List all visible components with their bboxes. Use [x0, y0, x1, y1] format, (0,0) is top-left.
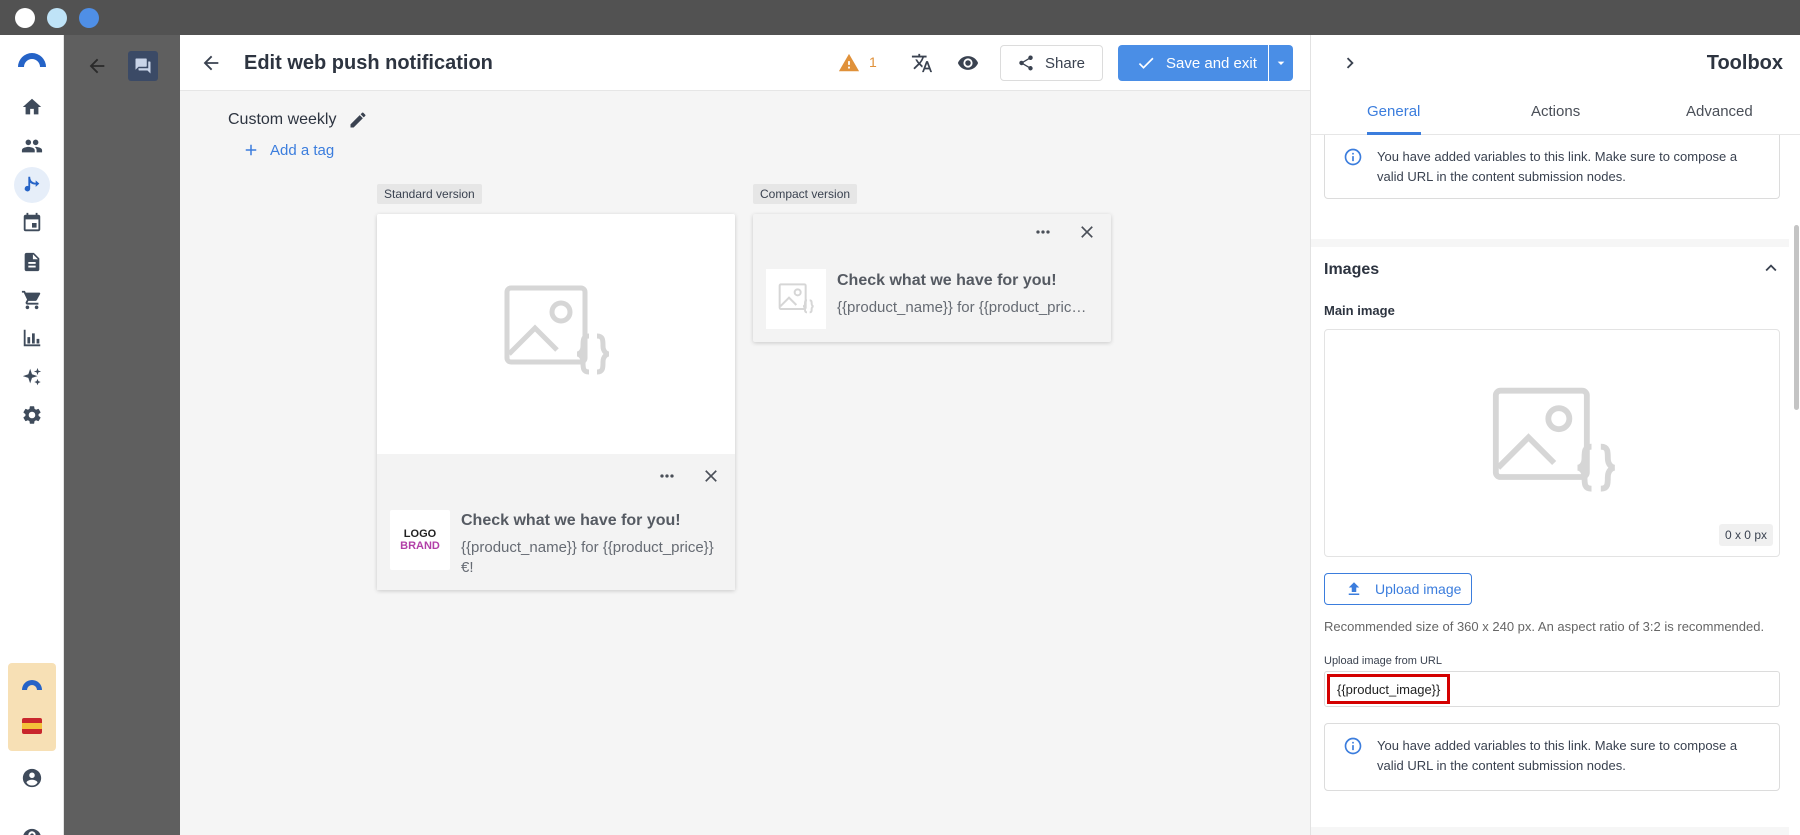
upload-icon	[1348, 582, 1360, 595]
tab-actions[interactable]: Actions	[1531, 103, 1580, 120]
standard-notification-body: LOGO BRAND Check what we have for you! {…	[377, 454, 735, 590]
window-minimize-button[interactable]	[47, 8, 67, 28]
add-tag-label: Add a tag	[270, 141, 335, 159]
image-url-value[interactable]: {{product_image}}	[1327, 674, 1451, 704]
help-icon[interactable]	[20, 826, 44, 835]
image-url-label: Upload image from URL	[1324, 655, 1442, 667]
home-icon[interactable]	[20, 95, 44, 119]
preview-eye-icon[interactable]	[956, 51, 980, 75]
info-icon	[1344, 148, 1362, 166]
image-url-input[interactable]: {{product_image}}	[1324, 671, 1780, 707]
info-icon	[1344, 737, 1362, 755]
compact-preview-card: Check what we have for you! {{product_na…	[753, 214, 1111, 342]
images-section: Images Main image 0 x 0 px Upload image …	[1311, 247, 1789, 827]
warning-icon[interactable]	[837, 51, 861, 75]
images-section-title: Images	[1324, 261, 1380, 278]
notification-title: Check what we have for you!	[461, 512, 681, 529]
background-back-arrow-icon	[86, 55, 108, 77]
link-section: You have added variables to this link. M…	[1311, 135, 1789, 239]
compact-notification-title: Check what we have for you!	[837, 272, 1057, 289]
share-label: Share	[1045, 54, 1086, 72]
window-close-button[interactable]	[15, 8, 35, 28]
chevron-down-icon	[1277, 61, 1285, 65]
window-maximize-button[interactable]	[79, 8, 99, 28]
settings-icon[interactable]	[20, 403, 44, 427]
variables-notice-bottom: You have added variables to this link. M…	[1324, 723, 1780, 791]
warning-count[interactable]: 1	[869, 54, 877, 70]
ai-sparkle-icon[interactable]	[20, 365, 44, 389]
compact-image-placeholder-icon	[766, 269, 826, 329]
close-icon[interactable]	[701, 466, 721, 486]
app-logo-icon[interactable]	[16, 47, 48, 71]
document-icon[interactable]	[20, 250, 44, 274]
toolbox-panel: Toolbox General Actions Advanced You hav…	[1310, 35, 1800, 835]
share-icon	[1019, 55, 1033, 71]
background-chat-icon	[128, 51, 158, 81]
analytics-icon[interactable]	[20, 326, 44, 350]
image-placeholder-icon	[1491, 386, 1616, 498]
chevron-up-icon[interactable]	[1760, 257, 1782, 284]
toolbox-scrollbar[interactable]	[1794, 225, 1799, 410]
back-arrow-icon[interactable]	[200, 52, 222, 74]
toolbox-header: Toolbox	[1311, 35, 1800, 91]
logo-text: LOGO	[403, 528, 437, 540]
share-button[interactable]: Share	[1000, 45, 1103, 81]
brand-text: BRAND	[400, 540, 440, 552]
brand-logo: LOGO BRAND	[390, 510, 450, 570]
main-image-dropzone[interactable]: 0 x 0 px	[1324, 329, 1780, 557]
edit-pencil-icon[interactable]	[348, 110, 368, 130]
modal-header: Edit web push notification 1 Share Save …	[180, 35, 1310, 91]
campaign-name: Custom weekly	[228, 111, 337, 128]
window-titlebar	[0, 0, 1800, 35]
workspace-logo-icon	[20, 677, 44, 690]
background-overlay	[64, 35, 180, 835]
add-tag-button[interactable]: Add a tag	[242, 141, 334, 159]
compact-notification-body: {{product_name}} for {{product_pric…	[837, 299, 1087, 316]
variables-notice-text: You have added variables to this link. M…	[1377, 149, 1738, 184]
standard-preview-card: LOGO BRAND Check what we have for you! {…	[377, 214, 735, 590]
image-placeholder-icon	[503, 284, 610, 380]
toolbox-title: Toolbox	[1706, 52, 1783, 74]
app-sidebar	[0, 35, 64, 835]
journeys-icon[interactable]	[14, 167, 50, 203]
save-label: Save and exit	[1166, 54, 1257, 72]
calendar-icon[interactable]	[20, 211, 44, 235]
close-icon[interactable]	[1077, 222, 1097, 242]
upload-image-label: Upload image	[1375, 581, 1462, 597]
collapse-chevron-right-icon[interactable]	[1339, 52, 1361, 74]
standard-toolbar	[657, 466, 721, 486]
main-image-label: Main image	[1324, 303, 1395, 318]
tab-advanced[interactable]: Advanced	[1686, 103, 1753, 120]
translate-icon[interactable]	[910, 51, 934, 75]
variables-notice-top: You have added variables to this link. M…	[1324, 135, 1780, 199]
standard-version-label: Standard version	[377, 184, 482, 204]
workspace-switcher[interactable]	[8, 663, 56, 751]
save-options-dropdown[interactable]	[1269, 45, 1293, 81]
tab-general[interactable]: General	[1367, 103, 1420, 120]
check-icon	[1138, 57, 1154, 69]
more-options-icon[interactable]	[1033, 222, 1053, 242]
account-icon[interactable]	[20, 766, 44, 790]
image-size-badge: 0 x 0 px	[1718, 524, 1773, 546]
cart-icon[interactable]	[20, 288, 44, 312]
image-recommendation: Recommended size of 360 x 240 px. An asp…	[1324, 619, 1765, 634]
notification-body: {{product_name}} for {{product_price}} €…	[461, 539, 714, 576]
plus-icon	[245, 144, 257, 156]
spain-flag-icon	[21, 715, 43, 737]
variables-notice-text: You have added variables to this link. M…	[1377, 738, 1738, 773]
campaign-name-row: Custom weekly	[228, 110, 368, 130]
compact-toolbar	[1033, 222, 1097, 242]
page-title: Edit web push notification	[244, 52, 493, 74]
edit-notification-modal: Edit web push notification 1 Share Save …	[180, 35, 1310, 835]
save-and-exit-button[interactable]: Save and exit	[1118, 45, 1268, 81]
toolbox-scroll-area[interactable]: You have added variables to this link. M…	[1311, 135, 1789, 835]
compact-version-label: Compact version	[753, 184, 858, 204]
more-options-icon[interactable]	[657, 466, 677, 486]
people-icon[interactable]	[20, 134, 44, 158]
toolbox-tabs: General Actions Advanced	[1311, 91, 1800, 135]
upload-image-button[interactable]: Upload image	[1324, 573, 1472, 605]
